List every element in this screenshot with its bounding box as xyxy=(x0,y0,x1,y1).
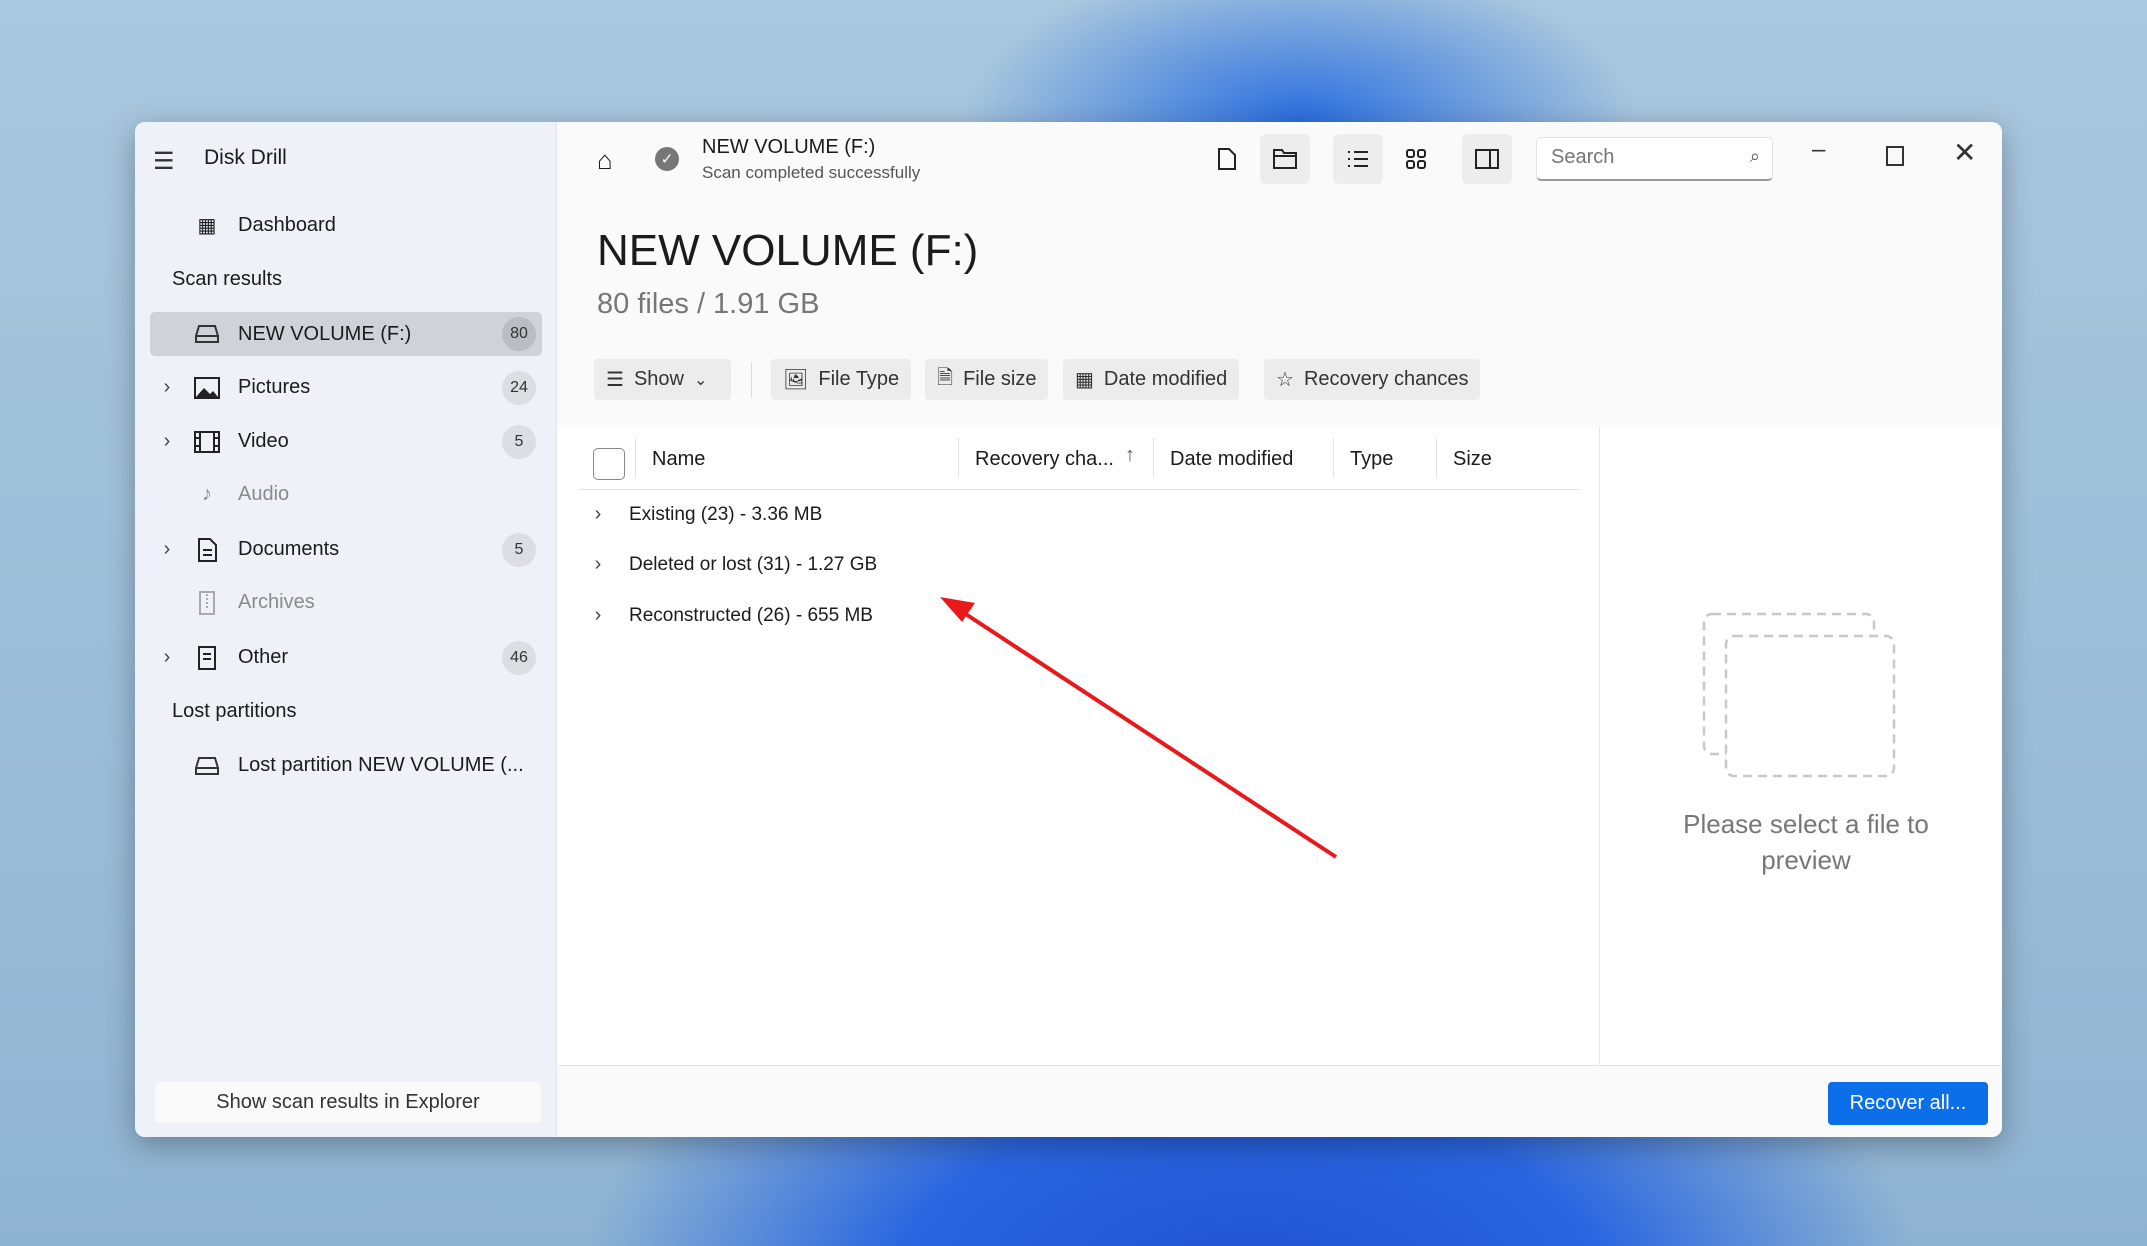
red-annotation-arrow xyxy=(940,597,1338,859)
